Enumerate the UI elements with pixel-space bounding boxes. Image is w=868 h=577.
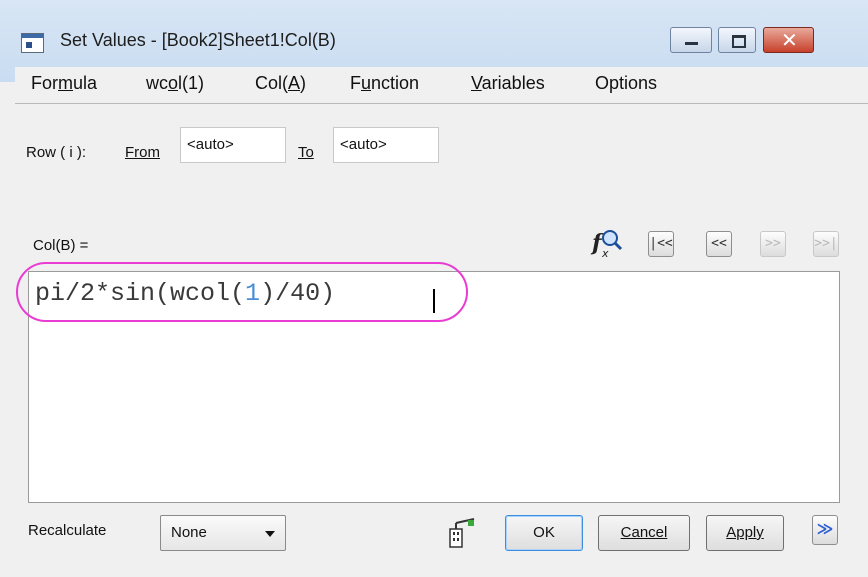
to-label: To	[298, 144, 314, 161]
previous-button[interactable]: <<	[706, 231, 732, 257]
cancel-button[interactable]: Cancel	[598, 515, 690, 551]
first-button[interactable]: |<<	[648, 231, 674, 257]
from-label: From	[125, 144, 160, 161]
recalculate-select[interactable]: None	[160, 515, 286, 551]
menu-wcol[interactable]: wcol(1)	[146, 73, 204, 94]
close-icon: ✕	[781, 28, 798, 52]
expand-button[interactable]: ≫	[812, 515, 838, 545]
double-chevron-down-icon: ≫	[816, 519, 834, 538]
recalculate-value: None	[171, 524, 207, 541]
app-icon	[21, 33, 44, 53]
next-button[interactable]: >>	[760, 231, 786, 257]
menu-separator	[15, 103, 868, 104]
menu-col-a[interactable]: Col(A)	[255, 73, 306, 94]
svg-text:x: x	[601, 247, 609, 260]
menu-function[interactable]: Function	[350, 73, 419, 94]
formula-highlight-ellipse	[16, 262, 468, 322]
to-input[interactable]: <auto>	[333, 127, 439, 163]
title-bar[interactable]: Set Values - [Book2]Sheet1!Col(B) ✕	[0, 0, 868, 67]
menu-variables[interactable]: Variables	[471, 73, 545, 94]
ok-button[interactable]: OK	[505, 515, 583, 551]
maximize-button[interactable]	[718, 27, 756, 53]
menu-bar: Formula wcol(1) Col(A) Function Variable…	[15, 67, 868, 102]
minimize-button[interactable]	[670, 27, 712, 53]
row-label: Row ( i ):	[26, 144, 86, 161]
menu-formula[interactable]: Formula	[31, 73, 97, 94]
recalculate-label: Recalculate	[28, 522, 107, 539]
minimize-icon	[685, 42, 698, 45]
function-search-icon: f x	[590, 230, 623, 260]
close-button[interactable]: ✕	[763, 27, 814, 53]
maximize-icon	[732, 35, 746, 48]
last-button[interactable]: >>|	[813, 231, 839, 257]
window-title: Set Values - [Book2]Sheet1!Col(B)	[60, 30, 336, 50]
recalc-icon-button[interactable]	[446, 515, 478, 551]
chevron-down-icon	[265, 531, 275, 537]
apply-button[interactable]: Apply	[706, 515, 784, 551]
col-label: Col(B) =	[33, 237, 89, 254]
building-crane-icon	[449, 518, 475, 548]
menu-options[interactable]: Options	[595, 73, 657, 94]
from-input[interactable]: <auto>	[180, 127, 286, 163]
function-search-button[interactable]: f x	[590, 226, 624, 260]
set-values-dialog: Set Values - [Book2]Sheet1!Col(B) ✕ Form…	[0, 0, 868, 577]
